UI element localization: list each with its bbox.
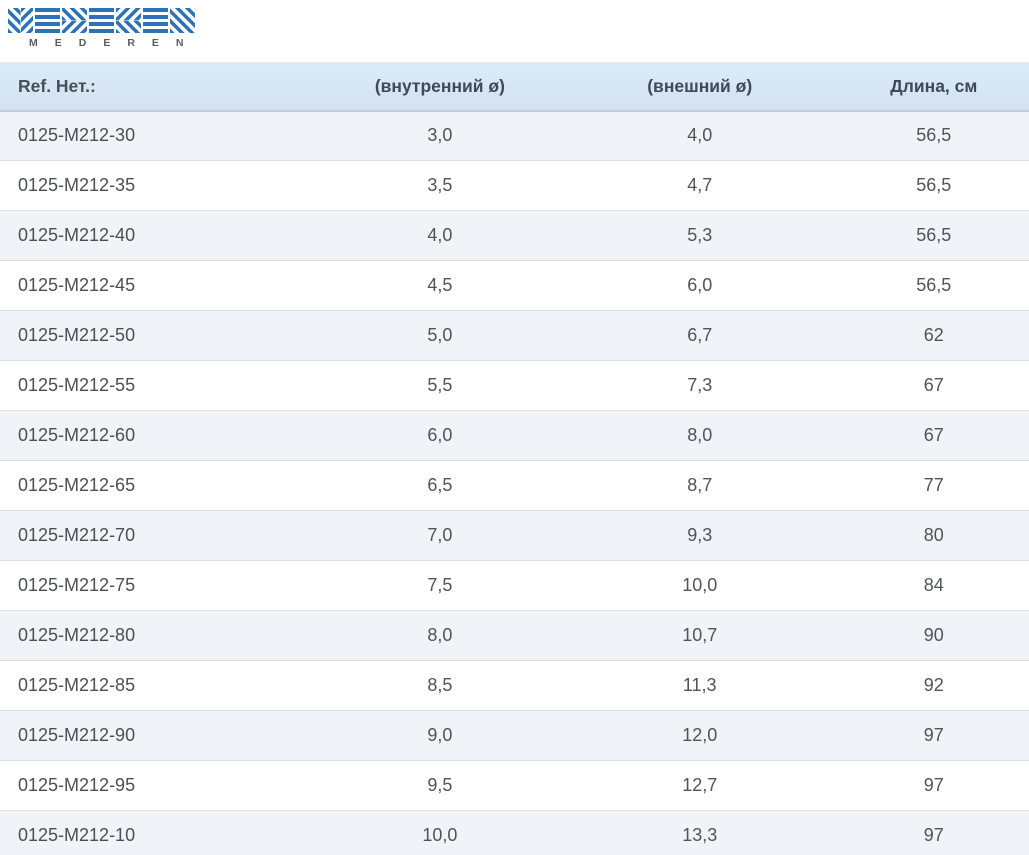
ref-cell: 0125-M212-10 <box>0 810 319 855</box>
length-cell: 97 <box>838 710 1029 761</box>
outer-diameter-cell: 12,7 <box>560 760 839 811</box>
ref-cell: 0125-M212-55 <box>0 360 319 411</box>
inner-diameter-cell: 8,5 <box>318 660 561 711</box>
table-body: 0125-M212-30 3,0 4,0 56,5 0125-M212-35 3,5 4,7… <box>0 110 1029 855</box>
ref-cell: 0125-M212-95 <box>0 760 319 811</box>
inner-diameter-cell: 9,5 <box>318 760 561 811</box>
logo-tile-n-icon <box>170 8 195 33</box>
inner-diameter-cell: 4,0 <box>318 210 561 261</box>
logo-tile-m-icon <box>8 8 33 33</box>
inner-diameter-cell: 4,5 <box>318 260 561 311</box>
table-row: 0125-M212-85 8,5 11,3 92 <box>0 660 1029 711</box>
logo-tile-e-icon <box>35 8 60 33</box>
inner-diameter-cell: 5,5 <box>318 360 561 411</box>
table-row: 0125-M212-60 6,0 8,0 67 <box>0 410 1029 461</box>
ref-cell: 0125-M212-80 <box>0 610 319 661</box>
table-header-row: Ref. Нет.: (внутренний ø) (внешний ø) Дл… <box>0 62 1029 112</box>
outer-diameter-cell: 12,0 <box>560 710 839 761</box>
ref-cell: 0125-M212-40 <box>0 210 319 261</box>
catalog-page: MEDEREN Ref. Нет.: (внутренний ø) (внешн… <box>0 0 1029 855</box>
inner-diameter-cell: 3,0 <box>427 125 453 146</box>
inner-diameter-cell: 6,5 <box>318 460 561 511</box>
outer-diameter-cell: 6,7 <box>560 310 839 361</box>
ref-cell: 0125-M212-65 <box>0 460 319 511</box>
outer-diameter-cell: 10,7 <box>560 610 839 661</box>
ref-cell: 0125-M212-35 <box>0 160 319 211</box>
brand-name: MEDEREN <box>29 37 201 49</box>
length-cell: 97 <box>838 760 1029 811</box>
logo-tiles <box>8 8 1029 33</box>
length-cell: 62 <box>838 310 1029 361</box>
ref-cell: 0125-M212-60 <box>0 410 319 461</box>
inner-diameter-cell: 3,5 <box>318 160 561 211</box>
length-cell: 56,5 <box>838 160 1029 211</box>
ref-cell: 0125-M212-75 <box>0 560 319 611</box>
col-header-length: Длина, см <box>838 62 1029 112</box>
table-row: 0125-M212-50 5,0 6,7 62 <box>0 310 1029 361</box>
table-row: 0125-M212-90 9,0 12,0 97 <box>0 710 1029 761</box>
table-row: 0125-M212-55 5,5 7,3 67 <box>0 360 1029 411</box>
ref-cell: 0125-M212-70 <box>0 510 319 561</box>
inner-diameter-cell: 7,5 <box>318 560 561 611</box>
table-row: 0125-M212-45 4,5 6,0 56,5 <box>0 260 1029 311</box>
table-row: 0125-M212-40 4,0 5,3 56,5 <box>0 210 1029 261</box>
outer-diameter-cell: 4,0 <box>687 125 713 146</box>
outer-diameter-cell: 13,3 <box>560 810 839 855</box>
outer-diameter-cell: 8,0 <box>560 410 839 461</box>
outer-diameter-cell: 9,3 <box>560 510 839 561</box>
outer-diameter-cell: 8,7 <box>560 460 839 511</box>
table-row: 0125-M212-65 6,5 8,7 77 <box>0 460 1029 511</box>
table-row: 0125-M212-35 3,5 4,7 56,5 <box>0 160 1029 211</box>
logo-tile-d-icon <box>62 8 87 33</box>
inner-diameter-cell: 6,0 <box>318 410 561 461</box>
inner-diameter-cell: 8,0 <box>318 610 561 661</box>
inner-diameter-cell: 9,0 <box>318 710 561 761</box>
logo-tile-r-icon <box>116 8 141 33</box>
col-header-outer-diameter: (внешний ø) <box>560 62 839 112</box>
outer-diameter-cell: 6,0 <box>560 260 839 311</box>
length-cell: 56,5 <box>838 260 1029 311</box>
length-cell: 67 <box>838 410 1029 461</box>
brand-header: MEDEREN <box>0 0 1029 62</box>
mederen-logo: MEDEREN <box>8 8 1029 49</box>
inner-diameter-cell: 7,0 <box>318 510 561 561</box>
length-cell: 56,5 <box>838 210 1029 261</box>
table-row: 0125-M212-75 7,5 10,0 84 <box>0 560 1029 611</box>
product-size-table: Ref. Нет.: (внутренний ø) (внешний ø) Дл… <box>0 62 1029 855</box>
logo-tile-e-icon <box>143 8 168 33</box>
outer-diameter-cell: 5,3 <box>560 210 839 261</box>
length-cell: 84 <box>838 560 1029 611</box>
length-cell: 56,5 <box>916 125 952 146</box>
outer-diameter-cell: 11,3 <box>560 660 839 711</box>
logo-tile-e-icon <box>89 8 114 33</box>
length-cell: 80 <box>838 510 1029 561</box>
table-row: 0125-M212-30 3,0 4,0 56,5 <box>0 110 1029 161</box>
outer-diameter-cell: 10,0 <box>560 560 839 611</box>
ref-cell: 0125-M212-90 <box>0 710 319 761</box>
ref-cell: 0125-M212-45 <box>0 260 319 311</box>
ref-cell: 0125-M212-50 <box>0 310 319 361</box>
length-cell: 77 <box>838 460 1029 511</box>
table-row: 0125-M212-80 8,0 10,7 90 <box>0 610 1029 661</box>
length-cell: 90 <box>838 610 1029 661</box>
outer-diameter-cell: 7,3 <box>560 360 839 411</box>
table-row: 0125-M212-95 9,5 12,7 97 <box>0 760 1029 811</box>
inner-diameter-cell: 5,0 <box>318 310 561 361</box>
ref-cell: 0125-M212-30 <box>18 125 136 146</box>
col-header-ref: Ref. Нет.: <box>0 62 319 112</box>
col-header-inner-diameter: (внутренний ø) <box>318 62 561 112</box>
length-cell: 92 <box>838 660 1029 711</box>
length-cell: 67 <box>838 360 1029 411</box>
inner-diameter-cell: 10,0 <box>318 810 561 855</box>
table-row: 0125-M212-70 7,0 9,3 80 <box>0 510 1029 561</box>
table-row: 0125-M212-10 10,0 13,3 97 <box>0 810 1029 855</box>
length-cell: 97 <box>838 810 1029 855</box>
ref-cell: 0125-M212-85 <box>0 660 319 711</box>
outer-diameter-cell: 4,7 <box>560 160 839 211</box>
